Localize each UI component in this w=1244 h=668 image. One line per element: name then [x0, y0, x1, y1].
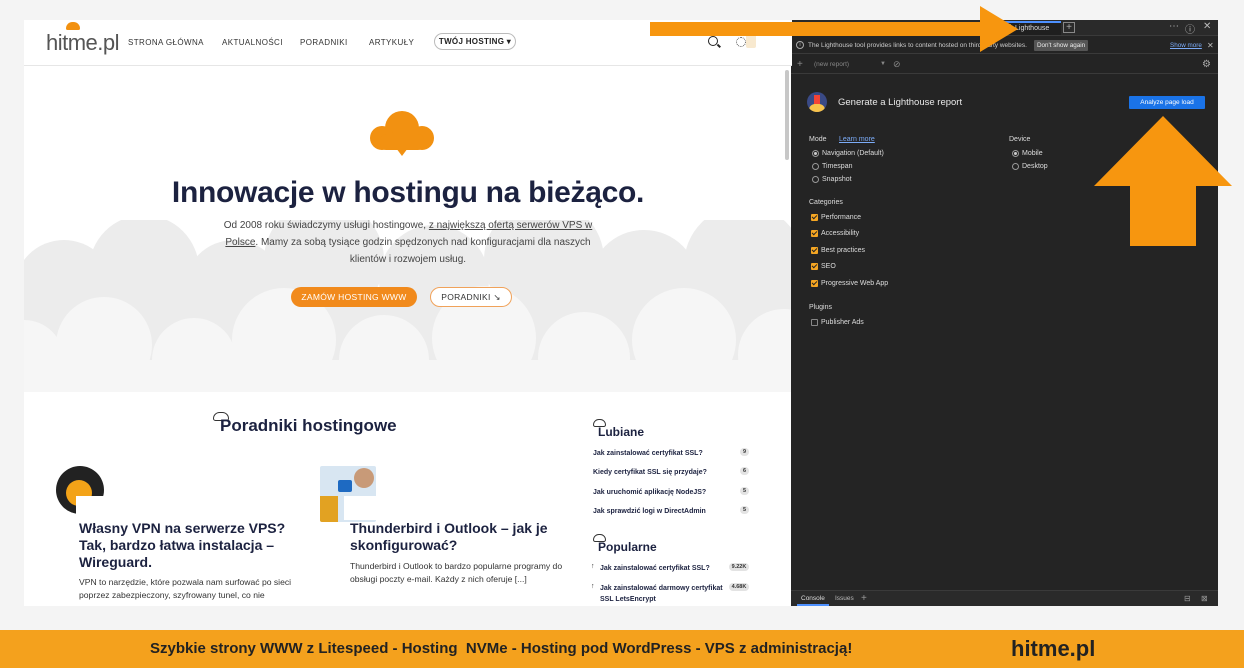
add-tab-icon[interactable]: + — [1063, 22, 1075, 33]
device-option-label: Desktop — [1022, 163, 1048, 170]
dock-icon[interactable]: ⊟ — [1184, 591, 1191, 606]
plugins-label: Plugins — [809, 304, 832, 311]
report-select[interactable]: (new report) — [814, 55, 849, 74]
mode-label: Mode — [809, 136, 827, 143]
mode-timespan-radio[interactable] — [812, 163, 819, 170]
nav-home[interactable]: STRONA GŁÓWNA — [128, 38, 204, 47]
category-label: Best practices — [821, 247, 865, 254]
lighthouse-logo-icon — [807, 92, 827, 112]
popular-item[interactable]: Jak zainstalować certyfikat SSL? — [600, 563, 728, 574]
category-pwa-checkbox[interactable] — [811, 280, 818, 287]
category-best-practices-checkbox[interactable] — [811, 247, 818, 254]
report-toolbar: + (new report) ▼ ⊘ ⚙ — [791, 55, 1218, 74]
mode-option-label: Snapshot — [822, 176, 852, 183]
gear-icon[interactable]: ⚙ — [1202, 55, 1211, 74]
device-option-label: Mobile — [1022, 150, 1043, 157]
popular-count: 9.22K — [729, 563, 749, 571]
guides-section-title: Poradniki hostingowe — [220, 416, 397, 435]
plugin-label: Publisher Ads — [821, 319, 864, 326]
close-drawer-icon[interactable]: ⊠ — [1201, 591, 1208, 606]
more-options-icon[interactable]: ⋯ — [1169, 21, 1179, 32]
nav-articles[interactable]: ARTYKUŁY — [369, 38, 414, 47]
mode-option-label: Navigation (Default) — [822, 150, 884, 157]
device-mobile-radio[interactable] — [1012, 150, 1019, 157]
close-devtools-icon[interactable]: ✕ — [1203, 21, 1211, 32]
email-card-title[interactable]: Thunderbird i Outlook – jak je skonfigur… — [350, 520, 580, 554]
arrow-icon: ↑ — [591, 563, 595, 570]
liked-item[interactable]: Kiedy certyfikat SSL się przydaje? — [593, 467, 707, 478]
category-label: SEO — [821, 263, 836, 270]
liked-count: 6 — [740, 467, 749, 475]
liked-item[interactable]: Jak uruchomić aplikację NodeJS? — [593, 487, 706, 498]
show-more-link[interactable]: Show more — [1170, 37, 1202, 54]
vpn-card-excerpt: VPN to narzędzie, które pozwala nam surf… — [79, 577, 292, 600]
hero-description: Od 2008 roku świadczymy usługi hostingow… — [223, 220, 593, 265]
nav-hosting-dropdown[interactable]: TWÓJ HOSTING ▾ — [434, 33, 516, 50]
vpn-card-title[interactable]: Własny VPN na serwerze VPS? Tak, bardzo … — [79, 520, 309, 571]
page-scrollbar[interactable] — [785, 70, 789, 160]
clear-icon[interactable]: ⊘ — [893, 55, 901, 74]
order-hosting-button[interactable]: ZAMÓW HOSTING WWW — [291, 287, 417, 307]
devtools-panel: Lighthouse + ⋯ ⓘ ✕ i The Lighthouse tool… — [791, 20, 1218, 606]
liked-count: 9 — [740, 448, 749, 456]
logo-cloud-icon — [66, 22, 80, 30]
arrow-to-lighthouse-tab — [650, 6, 1018, 52]
lighthouse-title: Generate a Lighthouse report — [838, 97, 963, 108]
arrow-to-analyze-button — [1094, 116, 1232, 246]
close-info-icon[interactable]: ✕ — [1207, 37, 1214, 54]
add-drawer-tab-icon[interactable]: + — [861, 591, 867, 606]
email-card-excerpt: Thunderbird i Outlook to bardzo popularn… — [350, 561, 563, 584]
popular-count: 4.68K — [729, 583, 749, 591]
tab-console[interactable]: Console — [797, 591, 829, 606]
banner-brand: hitme.pl — [1011, 636, 1096, 661]
category-seo-checkbox[interactable] — [811, 263, 818, 270]
arrow-icon: ↑ — [591, 583, 595, 590]
devtools-drawer: Console Issues + ⊟ ⊠ — [791, 590, 1218, 606]
promo-banner: Szybkie strony WWW z Litespeed - Hosting… — [0, 630, 1244, 668]
category-label: Accessibility — [821, 230, 860, 237]
popular-item[interactable]: Jak zainstalować darmowy certyfikat SSL … — [600, 583, 728, 605]
card-cover — [76, 496, 316, 520]
mode-option-label: Timespan — [822, 163, 853, 170]
website-viewport: hitme.pl STRONA GŁÓWNA AKTUALNOŚCI PORAD… — [24, 20, 792, 606]
category-label: Performance — [821, 214, 862, 221]
chevron-down-icon[interactable]: ▼ — [880, 55, 886, 74]
guides-button[interactable]: PORADNIKI ↘ — [430, 287, 512, 307]
device-label: Device — [1009, 136, 1031, 143]
dont-show-again-button[interactable]: Don't show again — [1034, 40, 1089, 51]
category-performance-checkbox[interactable] — [811, 214, 818, 221]
liked-item[interactable]: Jak zainstalować certyfikat SSL? — [593, 448, 703, 459]
liked-title: Lubiane — [598, 425, 645, 439]
learn-more-link[interactable]: Learn more — [839, 136, 875, 143]
hero-cloud-icon — [370, 111, 434, 156]
liked-item[interactable]: Jak sprawdzić logi w DirectAdmin — [593, 506, 706, 517]
liked-count: 5 — [740, 487, 749, 495]
mode-snapshot-radio[interactable] — [812, 176, 819, 183]
category-accessibility-checkbox[interactable] — [811, 230, 818, 237]
analyze-page-load-button[interactable]: Analyze page load — [1129, 96, 1205, 109]
plugin-publisher-ads-checkbox[interactable] — [811, 319, 818, 326]
hero-title: Innowacje w hostingu na bieżąco. — [171, 176, 645, 209]
new-report-icon[interactable]: + — [797, 55, 803, 74]
mode-navigation-radio[interactable] — [812, 150, 819, 157]
banner-text: Szybkie strony WWW z Litespeed - Hosting… — [150, 640, 853, 657]
site-logo[interactable]: hitme.pl — [46, 22, 120, 56]
device-desktop-radio[interactable] — [1012, 163, 1019, 170]
nav-news[interactable]: AKTUALNOŚCI — [222, 38, 283, 47]
popular-title: Popularne — [598, 540, 657, 554]
categories-label: Categories — [809, 199, 843, 206]
category-label: Progressive Web App — [821, 280, 889, 287]
help-icon[interactable]: ⓘ — [1185, 21, 1195, 36]
tab-issues[interactable]: Issues — [831, 591, 858, 606]
nav-guides[interactable]: PORADNIKI — [300, 38, 348, 47]
card-cover — [344, 496, 584, 520]
liked-count: 5 — [740, 506, 749, 514]
